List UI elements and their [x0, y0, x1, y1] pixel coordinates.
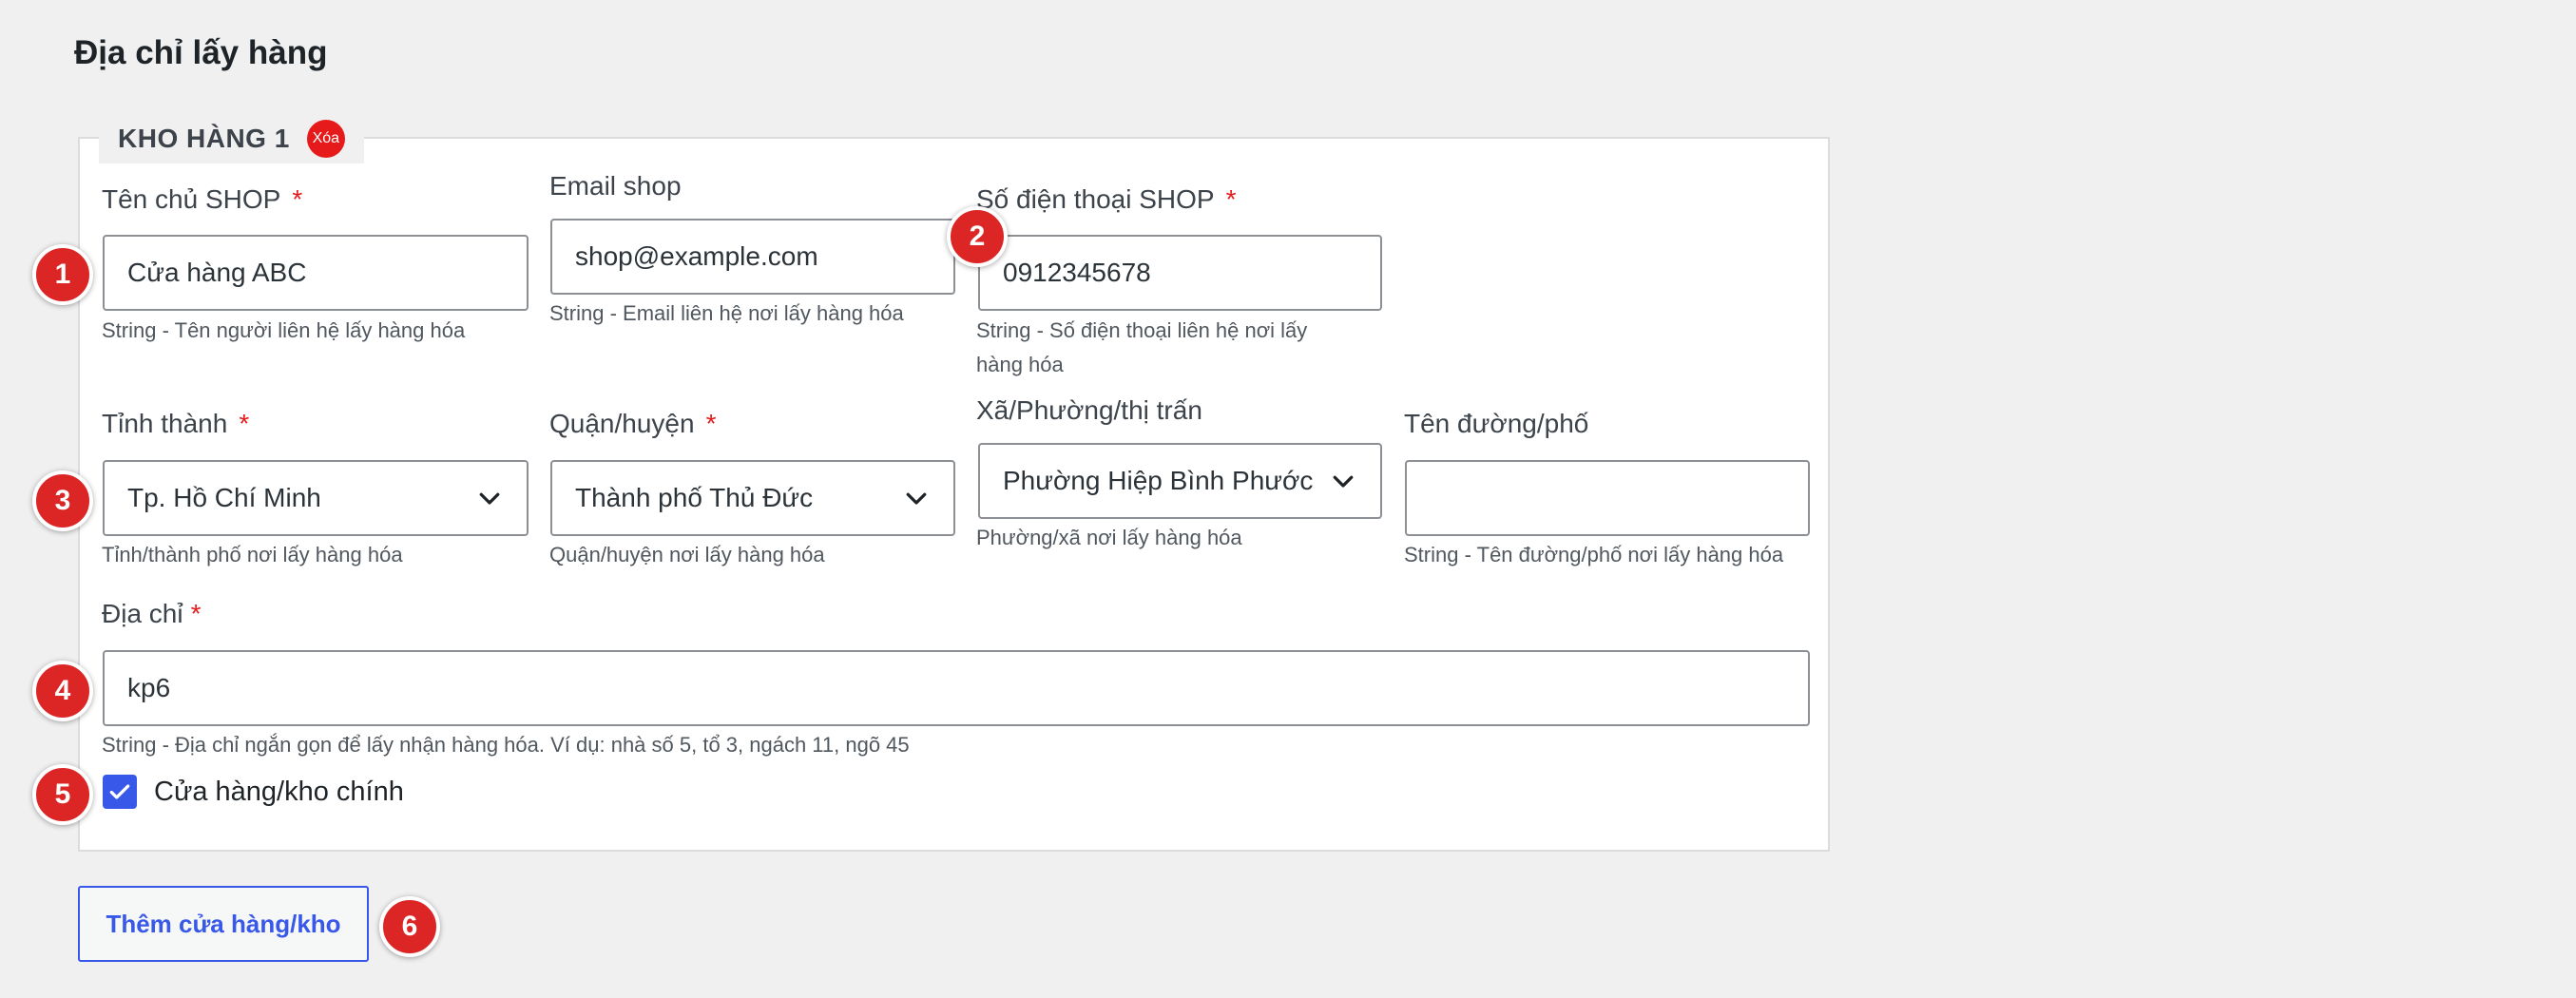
phone-help-line2: hàng hóa	[976, 353, 1064, 376]
phone-label: Số điện thoại SHOP *	[976, 184, 1237, 215]
step-marker-5: 5	[32, 764, 93, 825]
main-store-label[interactable]: Cửa hàng/kho chính	[154, 777, 404, 808]
ward-help: Phường/xã nơi lấy hàng hóa	[976, 526, 1242, 549]
step-marker-1: 1	[32, 244, 93, 305]
ward-select[interactable]: Phường Hiệp Bình Phước	[978, 443, 1382, 519]
district-label-text: Quận/huyện	[549, 409, 695, 438]
email-input[interactable]: shop@example.com	[550, 219, 955, 295]
ward-label: Xã/Phường/thị trấn	[976, 395, 1202, 425]
chevron-down-icon	[1333, 475, 1354, 488]
street-help: String - Tên đường/phố nơi lấy hàng hóa	[1404, 543, 1784, 566]
district-select[interactable]: Thành phố Thủ Đức	[550, 460, 955, 536]
required-mark: *	[190, 599, 202, 628]
email-label: Email shop	[549, 171, 682, 201]
delete-warehouse-button[interactable]: Xóa	[306, 120, 345, 158]
district-help: Quận/huyện nơi lấy hàng hóa	[549, 543, 825, 566]
chevron-down-icon	[906, 492, 927, 505]
ward-select-value: Phường Hiệp Bình Phước	[1003, 466, 1314, 495]
phone-help: String - Số điện thoại liên hệ nơi lấy h…	[976, 314, 1307, 382]
district-label: Quận/huyện *	[549, 409, 716, 439]
step-marker-6: 6	[379, 896, 440, 957]
required-mark: *	[705, 409, 717, 438]
warehouse-legend-text: KHO HÀNG 1	[118, 124, 290, 153]
address-label-text: Địa chỉ	[102, 599, 183, 628]
required-mark: *	[239, 409, 250, 438]
step-marker-4: 4	[32, 661, 93, 721]
province-select-value: Tp. Hồ Chí Minh	[127, 483, 321, 512]
address-label: Địa chỉ *	[102, 599, 202, 629]
address-help: String - Địa chỉ ngắn gọn để lấy nhận hà…	[102, 733, 910, 757]
add-warehouse-button[interactable]: Thêm cửa hàng/kho	[78, 886, 369, 962]
district-select-value: Thành phố Thủ Đức	[575, 483, 814, 512]
page-title: Địa chỉ lấy hàng	[74, 34, 328, 71]
main-store-checkbox[interactable]	[103, 775, 137, 809]
owner-input[interactable]: Cửa hàng ABC	[103, 235, 529, 311]
checkmark-icon	[109, 784, 130, 799]
phone-label-text: Số điện thoại SHOP	[976, 184, 1215, 214]
owner-label-text: Tên chủ SHOP	[102, 184, 281, 214]
street-label: Tên đường/phố	[1404, 409, 1589, 438]
phone-input[interactable]: 0912345678	[978, 235, 1382, 311]
province-label-text: Tỉnh thành	[102, 409, 228, 438]
phone-help-line1: String - Số điện thoại liên hệ nơi lấy	[976, 318, 1308, 342]
street-input[interactable]	[1405, 460, 1810, 536]
province-help: Tỉnh/thành phố nơi lấy hàng hóa	[102, 543, 403, 566]
chevron-down-icon	[479, 492, 500, 505]
owner-label: Tên chủ SHOP *	[102, 184, 302, 215]
required-mark: *	[292, 184, 303, 214]
required-mark: *	[1225, 184, 1237, 214]
province-label: Tỉnh thành *	[102, 409, 249, 439]
province-select[interactable]: Tp. Hồ Chí Minh	[103, 460, 529, 536]
address-input[interactable]: kp6	[103, 650, 1810, 726]
email-help: String - Email liên hệ nơi lấy hàng hóa	[549, 301, 904, 325]
warehouse-legend: KHO HÀNG 1 Xóa	[99, 114, 364, 163]
step-marker-2: 2	[947, 206, 1008, 267]
owner-help: String - Tên người liên hệ lấy hàng hóa	[102, 318, 466, 342]
step-marker-3: 3	[32, 470, 93, 531]
